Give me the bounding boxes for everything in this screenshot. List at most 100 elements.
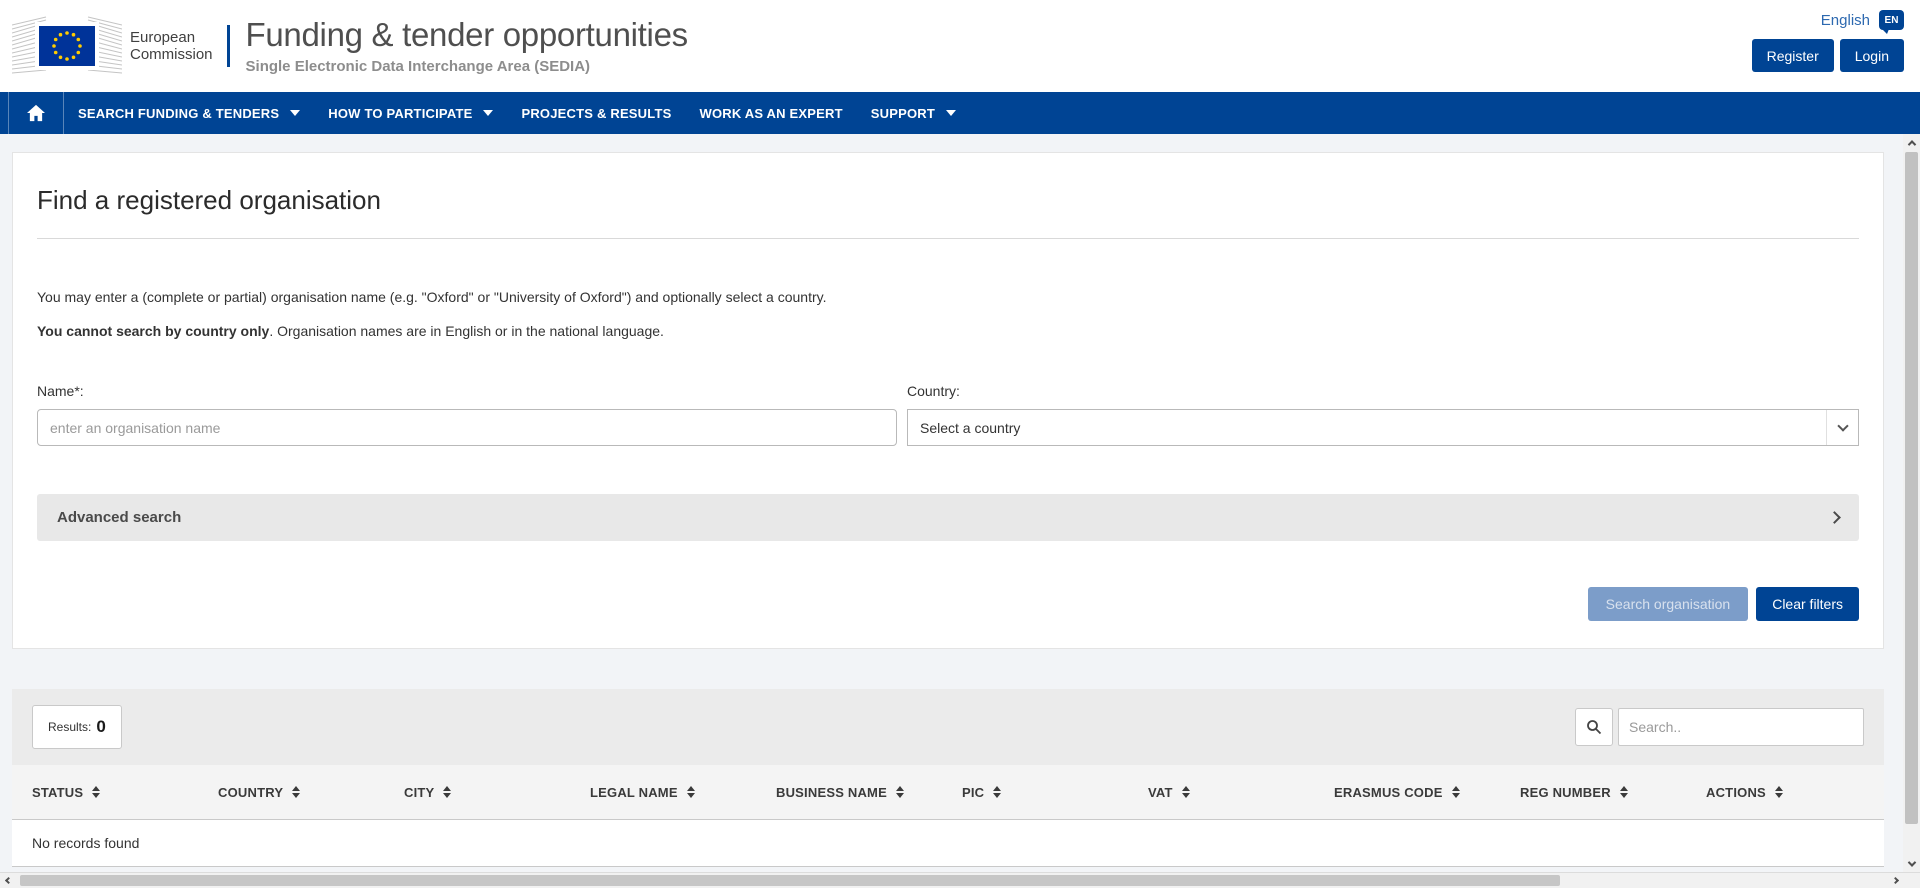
ec-logo: European Commission xyxy=(12,15,213,77)
note-bold: You cannot search by country only xyxy=(37,323,270,339)
column-header-city[interactable]: CITY xyxy=(404,785,590,800)
results-count-box: Results: 0 xyxy=(32,705,122,749)
sort-icon xyxy=(686,786,695,798)
sort-icon xyxy=(92,786,101,798)
nav-item-label: PROJECTS & RESULTS xyxy=(521,105,672,121)
horizontal-scrollbar[interactable] xyxy=(0,872,1920,888)
column-label: COUNTRY xyxy=(218,784,284,800)
home-button[interactable] xyxy=(8,92,64,134)
login-button[interactable]: Login xyxy=(1839,39,1904,72)
home-icon xyxy=(27,104,45,122)
column-header-pic[interactable]: PIC xyxy=(962,785,1148,800)
chevron-up-icon xyxy=(1907,139,1916,149)
country-select[interactable]: Select a country xyxy=(907,409,1859,446)
results-count: 0 xyxy=(96,717,106,736)
column-header-vat[interactable]: VAT xyxy=(1148,785,1334,800)
language-label[interactable]: English xyxy=(1821,12,1870,29)
country-select-value: Select a country xyxy=(920,419,1021,436)
select-caret-area[interactable] xyxy=(1826,410,1858,445)
chevron-down-icon xyxy=(1836,419,1849,432)
vertical-scrollbar-thumb[interactable] xyxy=(1905,152,1918,824)
column-label: STATUS xyxy=(32,784,84,800)
advanced-search-label: Advanced search xyxy=(57,509,182,526)
page-subtitle: Single Electronic Data Interchange Area … xyxy=(245,57,591,75)
country-label: Country: xyxy=(907,383,960,399)
scroll-right-button[interactable] xyxy=(1887,873,1903,888)
column-header-country[interactable]: COUNTRY xyxy=(218,785,404,800)
content-area: Find a registered organisation You may e… xyxy=(0,134,1920,872)
site-header: European Commission Funding & tender opp… xyxy=(0,0,1920,92)
table-search-input[interactable] xyxy=(1618,708,1864,746)
nav-projects-results[interactable]: PROJECTS & RESULTS xyxy=(507,92,685,134)
name-label: Name*: xyxy=(37,383,84,399)
results-section: Results: 0 STATUS xyxy=(12,689,1884,867)
sort-icon xyxy=(1451,786,1460,798)
table-search-group xyxy=(1575,708,1864,746)
nav-item-label: HOW TO PARTICIPATE xyxy=(328,105,473,121)
column-label: REG NUMBER xyxy=(1520,784,1611,800)
language-selector[interactable]: English EN xyxy=(1821,10,1904,34)
no-records-text: No records found xyxy=(32,835,140,851)
sort-icon xyxy=(895,786,904,798)
nav-search-funding-tenders[interactable]: SEARCH FUNDING & TENDERS xyxy=(64,92,314,134)
note-text: You cannot search by country only. Organ… xyxy=(37,323,1859,339)
brand-line2: Commission xyxy=(130,46,213,63)
search-organisation-button[interactable]: Search organisation xyxy=(1587,587,1749,621)
european-commission-logo-icon xyxy=(12,16,122,74)
sort-icon xyxy=(443,786,452,798)
vertical-scrollbar[interactable] xyxy=(1903,134,1920,872)
page: European Commission Funding & tender opp… xyxy=(0,0,1920,888)
form-actions: Search organisation Clear filters xyxy=(37,587,1859,648)
heading-divider xyxy=(37,238,1859,239)
column-header-actions[interactable]: ACTIONS xyxy=(1706,785,1892,800)
results-label: Results: xyxy=(48,720,92,734)
register-button[interactable]: Register xyxy=(1751,39,1834,72)
name-field-group: Name*: xyxy=(37,383,897,446)
auth-buttons: Register Login xyxy=(1751,39,1904,72)
column-label: BUSINESS NAME xyxy=(776,784,887,800)
column-header-legal-name[interactable]: LEGAL NAME xyxy=(590,785,776,800)
organisation-name-input[interactable] xyxy=(37,409,897,446)
table-search-button[interactable] xyxy=(1575,708,1613,746)
main-navbar: SEARCH FUNDING & TENDERS HOW TO PARTICIP… xyxy=(0,92,1920,134)
column-header-business-name[interactable]: BUSINESS NAME xyxy=(776,785,962,800)
note-rest: . Organisation names are in English or i… xyxy=(269,323,664,339)
brand-name: European Commission xyxy=(130,29,213,64)
column-label: PIC xyxy=(962,784,985,800)
column-label: ERASMUS CODE xyxy=(1334,784,1443,800)
country-field-group: Country: Select a country xyxy=(907,383,1859,446)
chevron-down-icon xyxy=(290,110,301,116)
intro-text: You may enter a (complete or partial) or… xyxy=(37,289,827,305)
clear-filters-button[interactable]: Clear filters xyxy=(1756,587,1859,621)
horizontal-scrollbar-thumb[interactable] xyxy=(20,875,1560,886)
column-label: LEGAL NAME xyxy=(590,784,678,800)
nav-item-label: WORK AS AN EXPERT xyxy=(699,105,843,121)
nav-how-to-participate[interactable]: HOW TO PARTICIPATE xyxy=(314,92,507,134)
column-header-erasmus-code[interactable]: ERASMUS CODE xyxy=(1334,785,1520,800)
brand-line1: European xyxy=(130,28,196,46)
site-title-block: Funding & tender opportunities Single El… xyxy=(245,16,689,75)
sort-icon xyxy=(1181,786,1190,798)
sort-icon xyxy=(993,786,1002,798)
column-header-status[interactable]: STATUS xyxy=(32,785,218,800)
scroll-up-button[interactable] xyxy=(1903,134,1920,151)
sort-icon xyxy=(1619,786,1628,798)
scroll-left-button[interactable] xyxy=(0,873,16,888)
column-label: CITY xyxy=(404,784,435,800)
page-title: Funding & tender opportunities xyxy=(245,16,689,54)
table-header-row: STATUS COUNTRY CITY LEGAL NAME BUSINESS … xyxy=(12,765,1884,820)
advanced-search-toggle[interactable]: Advanced search xyxy=(37,494,1859,541)
results-toolbar: Results: 0 xyxy=(12,689,1884,765)
search-form: Name*: Country: Select a country xyxy=(37,383,1859,446)
language-badge-icon[interactable]: EN xyxy=(1879,10,1904,34)
nav-support[interactable]: SUPPORT xyxy=(857,92,970,134)
nav-item-label: SUPPORT xyxy=(870,105,935,121)
chevron-right-icon xyxy=(1891,876,1899,885)
column-label: ACTIONS xyxy=(1706,784,1766,800)
header-right: English EN Register Login xyxy=(1751,10,1904,72)
column-header-reg-number[interactable]: REG NUMBER xyxy=(1520,785,1706,800)
scroll-down-button[interactable] xyxy=(1903,855,1920,872)
chevron-down-icon xyxy=(1907,857,1916,867)
nav-work-as-expert[interactable]: WORK AS AN EXPERT xyxy=(685,92,856,134)
no-records-row: No records found xyxy=(12,820,1884,867)
